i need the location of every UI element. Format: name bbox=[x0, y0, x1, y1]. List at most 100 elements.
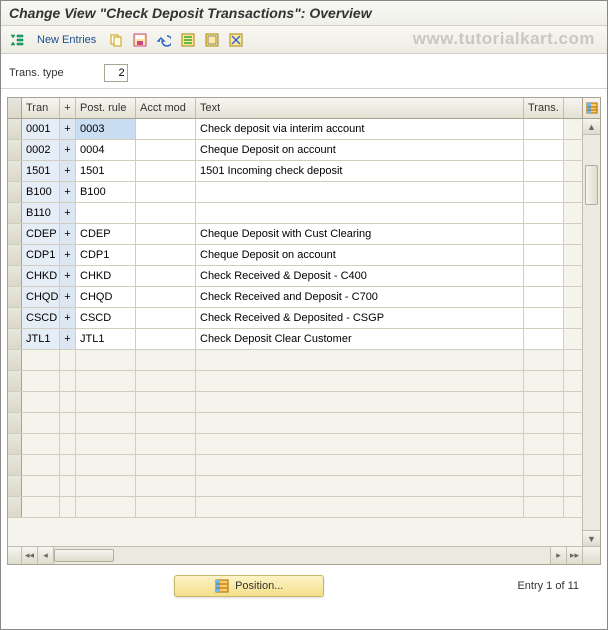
cell-post-rule[interactable]: B100 bbox=[76, 182, 136, 202]
cell-text[interactable]: Check deposit via interim account bbox=[196, 119, 524, 139]
cell-post-rule[interactable]: JTL1 bbox=[76, 329, 136, 349]
row-selector[interactable] bbox=[8, 224, 22, 244]
cell-text[interactable]: Check Deposit Clear Customer bbox=[196, 329, 524, 349]
cell-text[interactable]: Cheque Deposit on account bbox=[196, 140, 524, 160]
table-row[interactable]: B110+ bbox=[8, 203, 600, 224]
row-selector[interactable] bbox=[8, 182, 22, 202]
cell-trans[interactable] bbox=[524, 287, 564, 307]
cell-text[interactable] bbox=[196, 182, 524, 202]
table-row[interactable]: CSCD+CSCDCheck Received & Deposited - CS… bbox=[8, 308, 600, 329]
cell-plus[interactable]: + bbox=[60, 182, 76, 202]
cell-tran[interactable]: CDP1 bbox=[22, 245, 60, 265]
cell-post-rule[interactable]: 0004 bbox=[76, 140, 136, 160]
vscroll-track[interactable] bbox=[583, 135, 600, 530]
header-acct-mod[interactable]: Acct mod bbox=[136, 98, 196, 118]
cell-plus[interactable]: + bbox=[60, 266, 76, 286]
cell-acct-mod[interactable] bbox=[136, 329, 196, 349]
cell-acct-mod[interactable] bbox=[136, 161, 196, 181]
table-row[interactable]: B100+B100 bbox=[8, 182, 600, 203]
table-row[interactable]: JTL1+JTL1 Check Deposit Clear Customer bbox=[8, 329, 600, 350]
cell-trans[interactable] bbox=[524, 119, 564, 139]
table-row[interactable]: 1501+15011501 Incoming check deposit bbox=[8, 161, 600, 182]
scroll-right-icon[interactable]: ▸ bbox=[550, 547, 566, 564]
row-selector[interactable] bbox=[8, 161, 22, 181]
cell-plus[interactable]: + bbox=[60, 329, 76, 349]
cell-trans[interactable] bbox=[524, 224, 564, 244]
cell-acct-mod[interactable] bbox=[136, 245, 196, 265]
cell-tran[interactable]: 0001 bbox=[22, 119, 60, 139]
row-selector[interactable] bbox=[8, 140, 22, 160]
cell-tran[interactable]: JTL1 bbox=[22, 329, 60, 349]
cell-acct-mod[interactable] bbox=[136, 287, 196, 307]
cell-trans[interactable] bbox=[524, 203, 564, 223]
row-selector[interactable] bbox=[8, 308, 22, 328]
cell-tran[interactable]: CDEP bbox=[22, 224, 60, 244]
cell-plus[interactable]: + bbox=[60, 308, 76, 328]
cell-post-rule[interactable]: CHKD bbox=[76, 266, 136, 286]
cell-text[interactable]: Cheque Deposit on account bbox=[196, 245, 524, 265]
cell-acct-mod[interactable] bbox=[136, 224, 196, 244]
scroll-down-icon[interactable]: ▼ bbox=[583, 530, 600, 546]
row-selector[interactable] bbox=[8, 119, 22, 139]
cell-acct-mod[interactable] bbox=[136, 203, 196, 223]
cell-tran[interactable]: 1501 bbox=[22, 161, 60, 181]
delete-icon[interactable] bbox=[226, 30, 246, 50]
row-selector[interactable] bbox=[8, 329, 22, 349]
cell-acct-mod[interactable] bbox=[136, 140, 196, 160]
cell-acct-mod[interactable] bbox=[136, 308, 196, 328]
cell-trans[interactable] bbox=[524, 308, 564, 328]
scroll-up-icon[interactable]: ▲ bbox=[583, 119, 600, 135]
table-row[interactable]: 0002+0004 Cheque Deposit on account bbox=[8, 140, 600, 161]
cell-text[interactable]: 1501 Incoming check deposit bbox=[196, 161, 524, 181]
cell-post-rule[interactable]: CHQD bbox=[76, 287, 136, 307]
cell-plus[interactable]: + bbox=[60, 245, 76, 265]
cell-trans[interactable] bbox=[524, 140, 564, 160]
header-post-rule[interactable]: Post. rule bbox=[76, 98, 136, 118]
table-row[interactable]: CHQD+CHQDCheck Received and Deposit - C7… bbox=[8, 287, 600, 308]
table-row[interactable]: 0001+0003 Check deposit via interim accou… bbox=[8, 119, 600, 140]
undo-icon[interactable] bbox=[154, 30, 174, 50]
cell-plus[interactable]: + bbox=[60, 287, 76, 307]
trans-type-input[interactable] bbox=[104, 64, 128, 82]
table-row[interactable]: CDP1+CDP1 Cheque Deposit on account bbox=[8, 245, 600, 266]
cell-tran[interactable]: CHKD bbox=[22, 266, 60, 286]
cell-text[interactable]: Check Received and Deposit - C700 bbox=[196, 287, 524, 307]
cell-post-rule[interactable]: CDP1 bbox=[76, 245, 136, 265]
cell-plus[interactable]: + bbox=[60, 161, 76, 181]
cell-tran[interactable]: 0002 bbox=[22, 140, 60, 160]
copy-icon[interactable] bbox=[106, 30, 126, 50]
header-text[interactable]: Text bbox=[196, 98, 524, 118]
cell-post-rule[interactable]: 0003 bbox=[76, 119, 136, 139]
scroll-first-icon[interactable]: ◂◂ bbox=[22, 547, 38, 564]
header-trans[interactable]: Trans. bbox=[524, 98, 564, 118]
header-plus[interactable]: + bbox=[60, 98, 76, 118]
cell-plus[interactable]: + bbox=[60, 203, 76, 223]
vertical-scrollbar[interactable]: ▲ ▼ bbox=[582, 119, 600, 546]
cell-plus[interactable]: + bbox=[60, 140, 76, 160]
cell-acct-mod[interactable] bbox=[136, 266, 196, 286]
toggle-view-icon[interactable] bbox=[7, 30, 27, 50]
table-row[interactable]: CHKD+CHKDCheck Received & Deposit - C400 bbox=[8, 266, 600, 287]
cell-post-rule[interactable]: CSCD bbox=[76, 308, 136, 328]
hscroll-thumb[interactable] bbox=[54, 549, 114, 562]
cell-text[interactable]: Cheque Deposit with Cust Clearing bbox=[196, 224, 524, 244]
cell-tran[interactable]: B110 bbox=[22, 203, 60, 223]
cell-trans[interactable] bbox=[524, 266, 564, 286]
row-selector[interactable] bbox=[8, 245, 22, 265]
cell-plus[interactable]: + bbox=[60, 119, 76, 139]
scroll-left-icon[interactable]: ◂ bbox=[38, 547, 54, 564]
row-selector[interactable] bbox=[8, 266, 22, 286]
position-button[interactable]: Position... bbox=[174, 575, 324, 597]
cell-post-rule[interactable]: CDEP bbox=[76, 224, 136, 244]
cell-acct-mod[interactable] bbox=[136, 182, 196, 202]
cell-tran[interactable]: CSCD bbox=[22, 308, 60, 328]
hscroll-track[interactable] bbox=[54, 547, 550, 564]
table-settings-icon[interactable] bbox=[582, 98, 600, 119]
cell-post-rule[interactable] bbox=[76, 203, 136, 223]
cell-trans[interactable] bbox=[524, 161, 564, 181]
cell-trans[interactable] bbox=[524, 329, 564, 349]
cell-trans[interactable] bbox=[524, 245, 564, 265]
new-entries-button[interactable]: New Entries bbox=[37, 34, 96, 46]
cell-plus[interactable]: + bbox=[60, 224, 76, 244]
table-row[interactable]: CDEP+CDEP Cheque Deposit with Cust Cleari… bbox=[8, 224, 600, 245]
